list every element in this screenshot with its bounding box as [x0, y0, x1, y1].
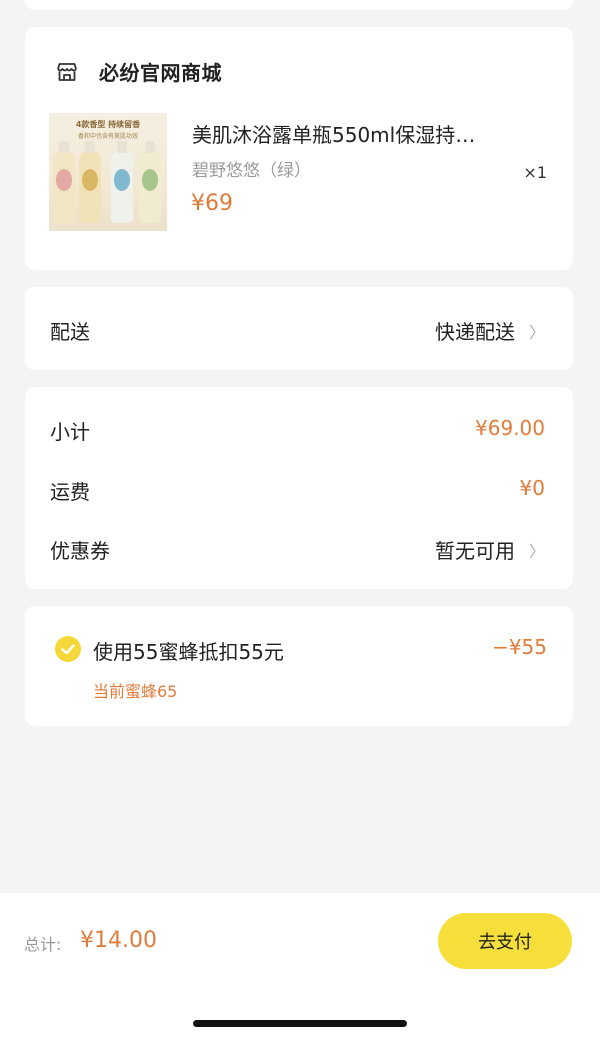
coupon-value[interactable]: 暂无可用 〉	[435, 535, 545, 564]
bee-discount-value: −¥55	[492, 635, 547, 659]
check-circle-icon[interactable]	[55, 636, 81, 662]
coupon-label[interactable]: 优惠券	[50, 535, 110, 564]
subtotal-value: ¥69.00	[475, 416, 545, 440]
bee-deduction-label[interactable]: 使用55蜜蜂抵扣55元	[93, 636, 284, 665]
pay-button[interactable]: 去支付	[438, 913, 572, 969]
bottle-shape	[111, 141, 133, 223]
product-quantity: ×1	[523, 163, 547, 182]
order-item-card: 必纷官网商城 4款香型 持续留香 香和中也含有美肌功效 美肌沐浴露单瓶550ml…	[25, 27, 573, 270]
product-image-banner: 4款香型 持续留香	[75, 120, 141, 129]
product-image-subbanner: 香和中也含有美肌功效	[77, 133, 138, 140]
checkout-bar: 总计: ¥14.00 去支付	[0, 893, 600, 1037]
bottle-shape	[53, 141, 75, 223]
product-title[interactable]: 美肌沐浴露单瓶550ml保湿持…	[192, 119, 512, 148]
delivery-row[interactable]: 配送 快递配送 〉	[25, 287, 573, 370]
bottle-shape	[139, 141, 161, 223]
subtotal-label: 小计	[50, 420, 90, 444]
previous-card-stub	[25, 0, 573, 10]
chevron-right-icon: 〉	[528, 322, 545, 342]
shop-header[interactable]: 必纷官网商城	[55, 57, 222, 86]
coupon-status: 暂无可用	[434, 539, 515, 563]
price-summary-card: 小计 ¥69.00 运费 ¥0 优惠券 暂无可用 〉	[25, 387, 573, 589]
home-indicator[interactable]	[193, 1020, 407, 1027]
bottle-shape	[79, 141, 101, 223]
shipping-value: ¥0	[519, 476, 545, 500]
bee-points-card: 使用55蜜蜂抵扣55元 −¥55 当前蜜蜂65	[25, 606, 573, 726]
chevron-right-icon: 〉	[528, 541, 545, 561]
shipping-label: 运费	[50, 480, 90, 504]
delivery-label: 配送	[50, 320, 90, 344]
delivery-value: 快递配送 〉	[435, 316, 545, 345]
delivery-method: 快递配送	[434, 320, 515, 344]
store-icon	[57, 62, 77, 81]
total-value: ¥14.00	[80, 928, 157, 953]
product-image[interactable]: 4款香型 持续留香 香和中也含有美肌功效	[49, 113, 167, 231]
bee-current-balance: 当前蜜蜂65	[93, 682, 178, 701]
product-variant: 碧野悠悠（绿）	[192, 161, 311, 181]
total-label: 总计:	[24, 935, 62, 954]
shop-name: 必纷官网商城	[99, 61, 222, 85]
product-price: ¥69	[191, 191, 233, 216]
